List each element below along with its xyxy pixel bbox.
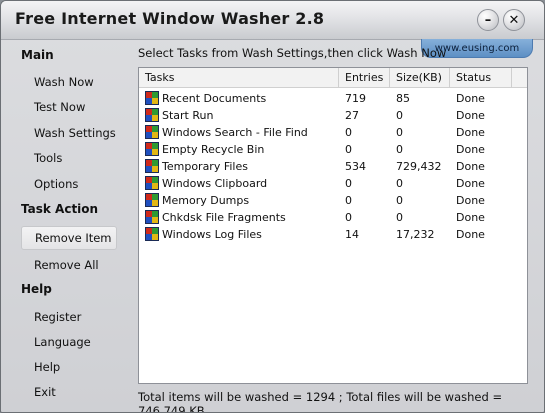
task-cell: Empty Recycle Bin [145, 141, 345, 158]
size-cell: 0 [396, 109, 403, 122]
task-cell: Windows Clipboard [145, 175, 345, 192]
table-row[interactable]: Memory Dumps 0 0 Done [139, 192, 527, 209]
table-header: Tasks Entries Size(KB) Status [139, 68, 527, 88]
section-title-task-action: Task Action [21, 202, 99, 216]
windows-flag-icon [145, 125, 159, 139]
size-cell: 0 [396, 194, 403, 207]
column-header-tasks[interactable]: Tasks [139, 68, 339, 88]
nav-wash-now[interactable]: Wash Now [21, 70, 117, 94]
task-name: Empty Recycle Bin [162, 143, 265, 156]
size-cell: 0 [396, 126, 403, 139]
column-header-status[interactable]: Status [450, 68, 512, 88]
nav-remove-item[interactable]: Remove Item [21, 226, 117, 250]
task-cell: Chkdsk File Fragments [145, 209, 345, 226]
nav-options[interactable]: Options [21, 172, 117, 196]
status-cell: Done [456, 177, 485, 190]
task-cell: Windows Search - File Find [145, 124, 345, 141]
windows-flag-icon [145, 176, 159, 190]
task-cell: Recent Documents [145, 90, 345, 107]
task-name: Windows Search - File Find [162, 126, 308, 139]
minimize-button[interactable]: – [477, 9, 499, 31]
task-name: Memory Dumps [162, 194, 250, 207]
table-row[interactable]: Temporary Files 534 729,432 Done [139, 158, 527, 175]
status-cell: Done [456, 126, 485, 139]
status-cell: Done [456, 228, 485, 241]
table-row[interactable]: Windows Clipboard 0 0 Done [139, 175, 527, 192]
windows-flag-icon [145, 91, 159, 105]
table-row[interactable]: Start Run 27 0 Done [139, 107, 527, 124]
window-title: Free Internet Window Washer 2.8 [15, 9, 325, 28]
nav-test-now[interactable]: Test Now [21, 95, 117, 119]
size-cell: 85 [396, 92, 410, 105]
nav-exit[interactable]: Exit [21, 380, 117, 404]
windows-flag-icon [145, 159, 159, 173]
entries-cell: 534 [345, 160, 366, 173]
minimize-icon: – [484, 12, 492, 28]
entries-cell: 14 [345, 228, 359, 241]
column-header-entries[interactable]: Entries [339, 68, 390, 88]
entries-cell: 27 [345, 109, 359, 122]
status-cell: Done [456, 211, 485, 224]
status-cell: Done [456, 143, 485, 156]
section-title-help: Help [21, 282, 52, 296]
size-cell: 17,232 [396, 228, 435, 241]
task-name: Recent Documents [162, 92, 267, 105]
entries-cell: 0 [345, 177, 352, 190]
status-cell: Done [456, 194, 485, 207]
status-cell: Done [456, 109, 485, 122]
windows-flag-icon [145, 108, 159, 122]
column-header-size[interactable]: Size(KB) [390, 68, 450, 88]
title-bar[interactable]: Free Internet Window Washer 2.8 – ✕ [1, 1, 544, 40]
tasks-table[interactable]: Tasks Entries Size(KB) Status Recent Doc… [138, 67, 528, 384]
windows-flag-icon [145, 193, 159, 207]
close-button[interactable]: ✕ [503, 9, 525, 31]
nav-help[interactable]: Help [21, 355, 117, 379]
entries-cell: 0 [345, 194, 352, 207]
size-cell: 729,432 [396, 160, 442, 173]
task-name: Chkdsk File Fragments [162, 211, 286, 224]
nav-register[interactable]: Register [21, 305, 117, 329]
table-row[interactable]: Windows Log Files 14 17,232 Done [139, 226, 527, 243]
sidebar: Main Wash Now Test Now Wash Settings Too… [13, 41, 131, 407]
task-cell: Windows Log Files [145, 226, 345, 243]
close-icon: ✕ [508, 12, 520, 28]
nav-remove-all[interactable]: Remove All [21, 253, 117, 277]
table-row[interactable]: Empty Recycle Bin 0 0 Done [139, 141, 527, 158]
section-title-main: Main [21, 48, 54, 62]
task-cell: Temporary Files [145, 158, 345, 175]
instruction-text: Select Tasks from Wash Settings,then cli… [138, 46, 447, 60]
task-name: Temporary Files [162, 160, 248, 173]
windows-flag-icon [145, 227, 159, 241]
task-name: Start Run [162, 109, 214, 122]
entries-cell: 0 [345, 211, 352, 224]
task-name: Windows Log Files [162, 228, 262, 241]
status-cell: Done [456, 92, 485, 105]
table-row[interactable]: Chkdsk File Fragments 0 0 Done [139, 209, 527, 226]
task-cell: Memory Dumps [145, 192, 345, 209]
nav-tools[interactable]: Tools [21, 146, 117, 170]
status-cell: Done [456, 160, 485, 173]
entries-cell: 0 [345, 126, 352, 139]
nav-language[interactable]: Language [21, 330, 117, 354]
task-cell: Start Run [145, 107, 345, 124]
table-row[interactable]: Windows Search - File Find 0 0 Done [139, 124, 527, 141]
entries-cell: 0 [345, 143, 352, 156]
entries-cell: 719 [345, 92, 366, 105]
size-cell: 0 [396, 211, 403, 224]
size-cell: 0 [396, 143, 403, 156]
windows-flag-icon [145, 210, 159, 224]
summary-total: Total items will be washed = 1294 ; Tota… [138, 390, 503, 413]
table-row[interactable]: Recent Documents 719 85 Done [139, 90, 527, 107]
windows-flag-icon [145, 142, 159, 156]
size-cell: 0 [396, 177, 403, 190]
nav-wash-settings[interactable]: Wash Settings [21, 121, 117, 145]
task-name: Windows Clipboard [162, 177, 268, 190]
table-body: Recent Documents 719 85 Done Start Run 2… [139, 90, 527, 243]
app-window: Free Internet Window Washer 2.8 – ✕ www.… [0, 0, 545, 413]
